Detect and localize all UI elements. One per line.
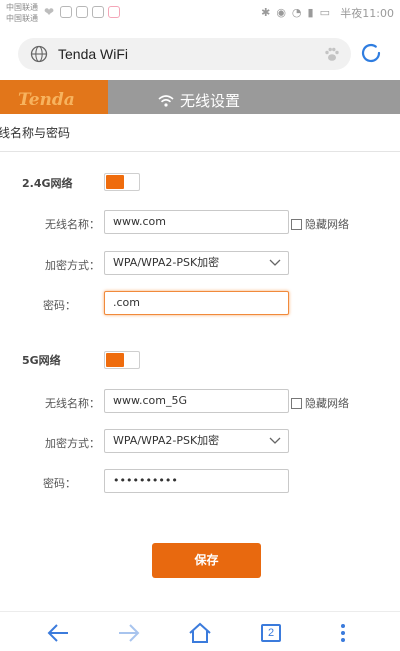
brand-text: Tenda (18, 90, 75, 110)
band-24g-label: 2.4G网络 (22, 177, 73, 190)
password-24g-input[interactable]: .com (104, 291, 289, 315)
band-24g-toggle[interactable] (104, 173, 140, 191)
tabs-button[interactable]: 2 (261, 624, 281, 642)
hide-5g-checkbox[interactable] (291, 397, 302, 409)
encryption-24g-select[interactable]: WPA/WPA2-PSK加密 (104, 251, 289, 275)
hide-5g-network[interactable]: 隐藏网络 (291, 395, 349, 411)
signal-icon: ▮ (307, 6, 314, 19)
more-vertical-icon[interactable] (331, 622, 355, 644)
carrier-label-2: 中国联通 (6, 14, 38, 23)
encryption-5g-select[interactable]: WPA/WPA2-PSK加密 (104, 429, 289, 453)
wifi-status-icon: ◔ (291, 6, 302, 19)
band-5g-toggle[interactable] (104, 351, 140, 369)
ssid-5g-input[interactable]: www.com_5G (104, 389, 289, 413)
chevron-down-icon (269, 259, 281, 266)
notification-icons: ❤ (44, 6, 120, 18)
toggle-knob (106, 175, 124, 189)
carrier-label-1: 中国联通 (6, 3, 38, 12)
wireless-settings-panel: 线名称与密码 2.4G网络 无线名称： www.com 隐藏网络 加密方式： W… (0, 114, 400, 624)
status-bar: 中国联通 中国联通 ❤ ✱ ◉ ◔ ▮ ▭ 半夜11:00 (0, 0, 400, 28)
chat-icon (76, 6, 88, 18)
page-header: Tenda 无线设置 (0, 80, 400, 114)
battery-icon: ▭ (319, 6, 330, 19)
page-title: Tenda WiFi (58, 46, 129, 62)
hide-24g-label: 隐藏网络 (305, 218, 349, 231)
eye-icon: ◉ (276, 6, 286, 19)
reload-icon[interactable] (359, 41, 383, 65)
browser-toolbar: Tenda WiFi (0, 28, 400, 80)
clock: 半夜11:00 (340, 7, 394, 20)
hide-5g-label: 隐藏网络 (305, 397, 349, 410)
heart-icon: ❤ (44, 5, 55, 19)
band-5g-label: 5G网络 (22, 354, 61, 367)
address-bar[interactable]: Tenda WiFi (18, 38, 351, 70)
wifi-icon (158, 95, 174, 107)
system-icons: ✱ ◉ ◔ ▮ ▭ (261, 6, 330, 19)
ssid-5g-label: 无线名称： (45, 397, 100, 410)
toggle-knob (106, 353, 124, 367)
globe-icon (30, 45, 48, 63)
home-icon[interactable] (188, 622, 212, 644)
ssid-24g-input[interactable]: www.com (104, 210, 289, 234)
forward-arrow-icon[interactable] (117, 622, 141, 644)
encryption-24g-value: WPA/WPA2-PSK加密 (113, 256, 220, 269)
header-title: 无线设置 (180, 92, 241, 110)
password-5g-label: 密码： (43, 477, 76, 490)
browser-bottom-nav: 2 (0, 611, 400, 651)
hide-24g-checkbox[interactable] (291, 218, 302, 230)
app-badge-icon (108, 6, 120, 18)
ssid-24g-label: 无线名称： (45, 218, 100, 231)
chevron-down-icon (269, 437, 281, 444)
paw-icon[interactable] (323, 45, 341, 63)
encryption-5g-label: 加密方式： (45, 437, 100, 450)
panel-title: 线名称与密码 (0, 126, 71, 140)
password-5g-input[interactable]: •••••••••• (104, 469, 289, 493)
brand-logo: Tenda (0, 80, 108, 114)
hide-24g-network[interactable]: 隐藏网络 (291, 216, 349, 232)
encryption-24g-label: 加密方式： (45, 259, 100, 272)
encryption-5g-value: WPA/WPA2-PSK加密 (113, 434, 220, 447)
message-icon (92, 6, 104, 18)
password-24g-label: 密码： (43, 299, 76, 312)
back-arrow-icon[interactable] (46, 622, 70, 644)
bluetooth-icon: ✱ (261, 6, 271, 19)
panel-header: 线名称与密码 (0, 114, 400, 152)
app-notification-icon (60, 6, 72, 18)
save-button[interactable]: 保存 (152, 543, 261, 578)
